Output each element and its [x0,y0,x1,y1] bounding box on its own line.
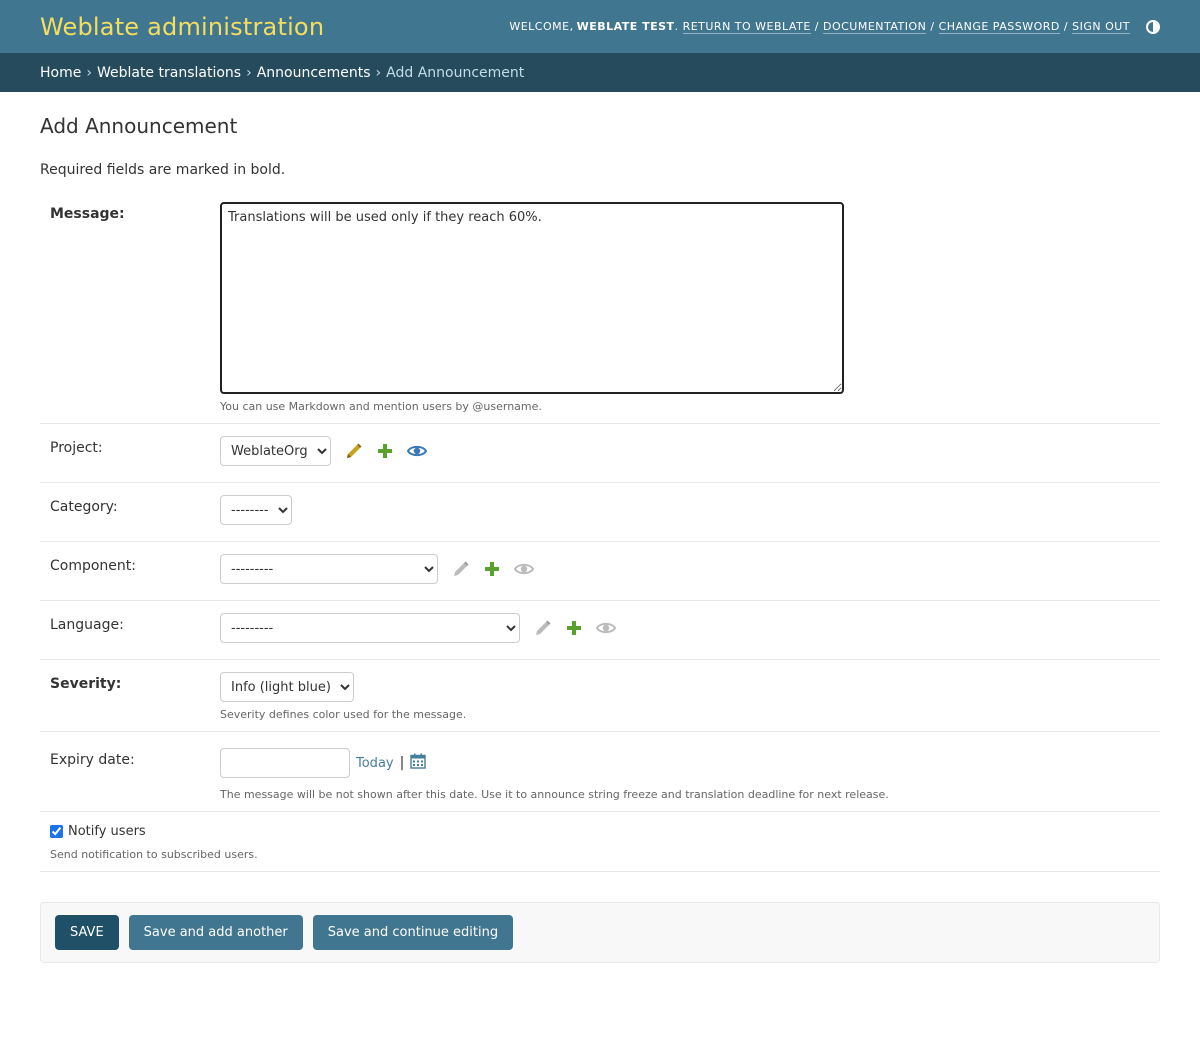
documentation-link[interactable]: Documentation [822,20,927,34]
message-row: Message: You can use Markdown and mentio… [40,192,1160,424]
today-link[interactable]: Today [356,756,394,771]
language-label: Language: [50,617,124,633]
message-label: Message: [50,206,125,222]
breadcrumb: Home › Weblate translations › Announceme… [0,53,1200,92]
project-select[interactable]: WeblateOrg [220,436,331,466]
view-eye-icon[interactable] [407,444,427,458]
breadcrumb-weblate-translations[interactable]: Weblate translations [97,65,241,81]
username: Weblate Test [576,20,675,33]
notify-users-label[interactable]: Notify users [50,824,146,839]
return-to-weblate-link[interactable]: Return to Weblate [682,20,811,34]
change-password-link[interactable]: Change password [938,20,1060,34]
expiry-row: Expiry date: Today | The message will be… [40,732,1160,812]
project-row: Project: WeblateOrg [40,424,1160,483]
component-select[interactable]: --------- [220,554,438,584]
severity-row: Severity: Info (light blue) Severity def… [40,660,1160,732]
header: Weblate administration Welcome, Weblate … [0,0,1200,53]
breadcrumb-current: Add Announcement [386,64,525,81]
component-label: Component: [50,558,136,574]
category-select[interactable]: --------- [220,495,292,525]
save-button[interactable]: Save [55,915,119,950]
language-select[interactable]: --------- [220,613,520,643]
notify-users-checkbox[interactable] [50,825,63,838]
expiry-help: The message will be not shown after this… [220,788,889,801]
add-plus-icon[interactable] [484,561,500,577]
add-plus-icon[interactable] [377,443,393,459]
add-plus-icon[interactable] [566,620,582,636]
severity-select[interactable]: Info (light blue) [220,672,354,702]
edit-pencil-icon [534,619,552,637]
sign-out-link[interactable]: Sign out [1072,20,1130,34]
welcome-text: Welcome, [509,20,574,33]
user-tools: Welcome, Weblate Test . Return to Weblat… [509,19,1160,34]
severity-label: Severity: [50,676,122,692]
notify-help: Send notification to subscribed users. [50,848,258,861]
view-eye-icon [596,621,616,635]
expiry-label: Expiry date: [50,752,135,768]
category-label: Category: [50,499,118,515]
edit-pencil-icon [452,560,470,578]
severity-help: Severity defines color used for the mess… [220,708,467,721]
message-field[interactable] [220,202,844,394]
message-help: You can use Markdown and mention users b… [220,400,542,413]
content: Add Announcement Required fields are mar… [0,114,1200,963]
expiry-date-input[interactable] [220,748,350,778]
category-row: Category: --------- [40,483,1160,542]
site-brand: Weblate administration [40,12,325,41]
required-note: Required fields are marked in bold. [40,162,286,178]
theme-toggle-icon[interactable] [1146,19,1160,34]
calendar-icon[interactable] [410,753,427,773]
save-and-add-another-button[interactable]: Save and add another [128,915,303,950]
breadcrumb-announcements[interactable]: Announcements [257,65,371,81]
component-row: Component: --------- [40,542,1160,601]
breadcrumb-home[interactable]: Home [40,65,81,81]
project-label: Project: [50,440,103,456]
notify-row: Notify users Send notification to subscr… [40,812,1160,872]
save-and-continue-button[interactable]: Save and continue editing [312,915,514,950]
view-eye-icon [514,562,534,576]
language-row: Language: --------- [40,601,1160,660]
edit-pencil-icon[interactable] [345,442,363,460]
page-title: Add Announcement [40,114,238,138]
submit-row: Save Save and add another Save and conti… [40,902,1160,963]
